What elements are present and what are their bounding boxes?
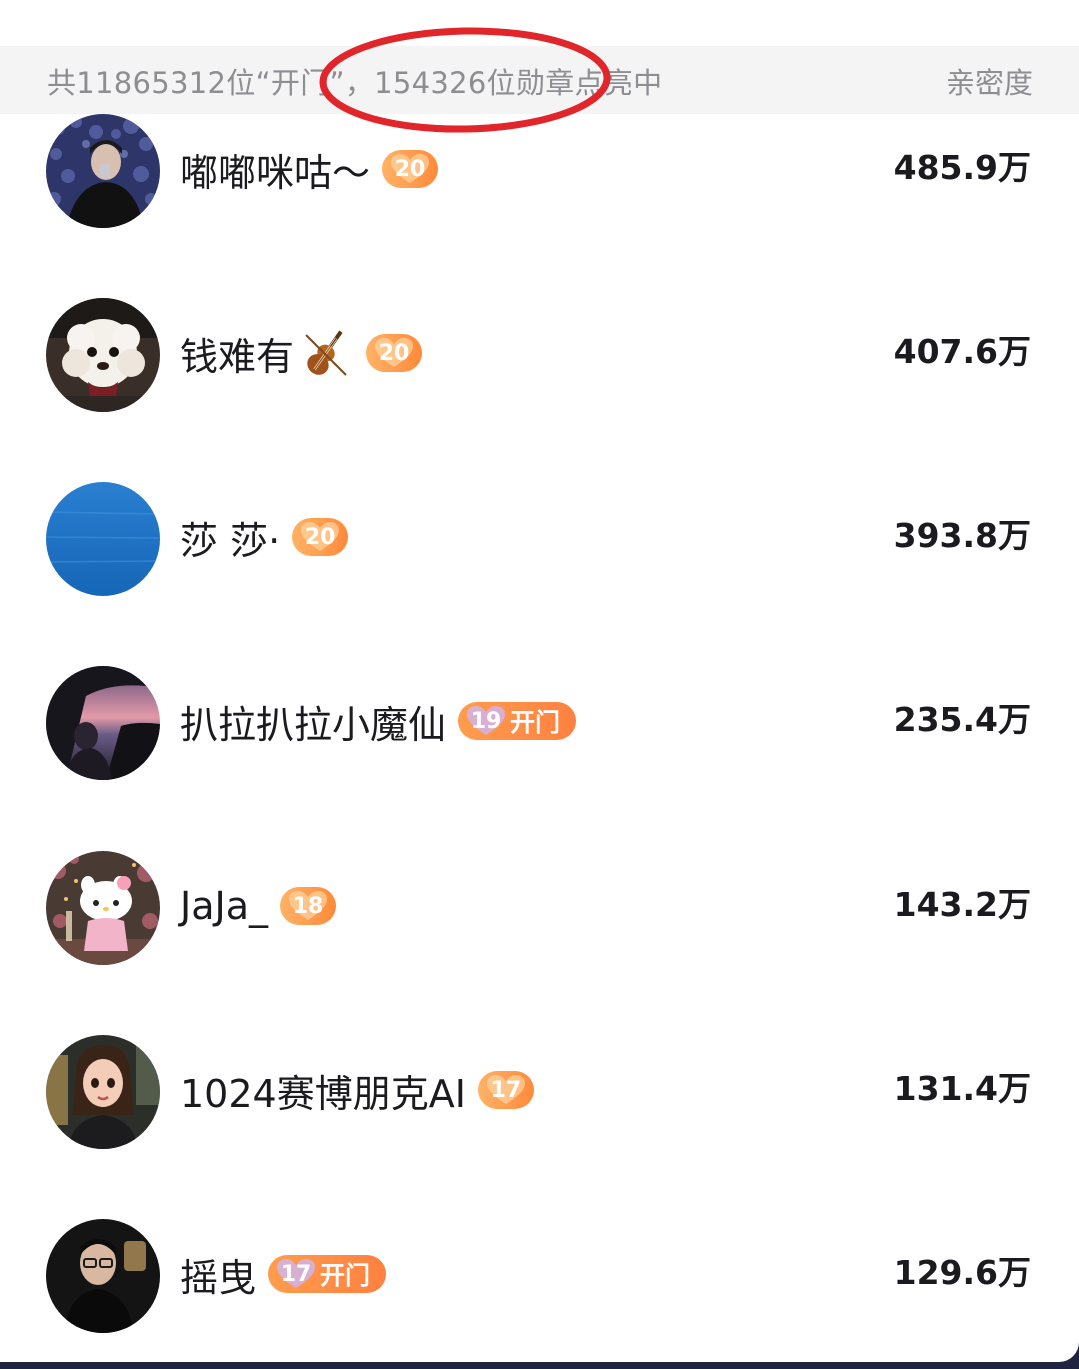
fan-list-panel: 共11865312位“开门”，154326位勋章点亮中 亲密度 嘟嘟咪咕～ 20… xyxy=(0,0,1079,1362)
fan-level-badge: 20 xyxy=(366,334,423,372)
fan-level-badge: 20 xyxy=(292,518,349,556)
fan-row[interactable]: 钱难有 20 407.6万 xyxy=(0,295,1079,415)
fan-level-badge: 20 xyxy=(382,150,439,188)
intimacy-score: 143.2万 xyxy=(893,885,1031,924)
intimacy-score: 131.4万 xyxy=(893,1069,1031,1108)
fan-name-group: 莎 莎· 20 xyxy=(180,507,349,567)
fan-row[interactable]: 扒拉扒拉小魔仙 19 开门 235.4万 xyxy=(0,663,1079,783)
intimacy-score: 393.8万 xyxy=(893,516,1031,555)
fan-level-badge: 19 开门 xyxy=(458,702,577,740)
top-spacer xyxy=(0,0,1079,46)
avatar[interactable] xyxy=(46,1035,160,1149)
fan-name-group: 嘟嘟咪咕～ 20 xyxy=(180,139,439,199)
fan-name: JaJa_ xyxy=(180,884,268,928)
avatar[interactable] xyxy=(46,298,160,412)
fan-row[interactable]: 莎 莎· 20 393.8万 xyxy=(0,479,1079,599)
heart-icon: 18 xyxy=(286,889,330,923)
intimacy-column-header: 亲密度 xyxy=(945,66,1033,100)
fan-name: 钱难有 xyxy=(180,334,295,379)
fan-level-badge: 17 xyxy=(477,1071,534,1109)
fan-row[interactable]: 摇曳 17 开门 129.6万 xyxy=(0,1216,1079,1336)
heart-icon: 19 xyxy=(464,704,508,738)
fan-row[interactable]: 嘟嘟咪咕～ 20 485.9万 xyxy=(0,111,1079,231)
avatar[interactable] xyxy=(46,851,160,965)
fan-row[interactable]: 1024赛博朋克AI 17 131.4万 xyxy=(0,1032,1079,1152)
fan-name-group: 扒拉扒拉小魔仙 19 开门 xyxy=(180,691,577,751)
heart-icon: 17 xyxy=(274,1257,318,1291)
fan-name: 扒拉扒拉小魔仙 xyxy=(180,702,447,747)
fan-name: 摇曳 xyxy=(180,1255,257,1300)
avatar[interactable] xyxy=(46,1219,160,1333)
avatar[interactable] xyxy=(46,114,160,228)
avatar[interactable] xyxy=(46,482,160,596)
intimacy-score: 407.6万 xyxy=(893,332,1031,371)
intimacy-score: 485.9万 xyxy=(893,148,1031,187)
fan-name-group: 摇曳 17 开门 xyxy=(180,1244,387,1304)
fan-name: 嘟嘟咪咕～ xyxy=(180,150,371,195)
fan-level-badge: 17 开门 xyxy=(268,1255,387,1293)
heart-icon: 20 xyxy=(388,152,432,186)
open-door-tag: 开门 xyxy=(510,708,561,737)
heart-icon: 20 xyxy=(372,336,416,370)
intimacy-score: 129.6万 xyxy=(893,1253,1031,1292)
fan-summary-text: 共11865312位“开门”，154326位勋章点亮中 xyxy=(47,66,663,100)
fan-name-group: JaJa_ 18 xyxy=(180,876,336,936)
intimacy-score: 235.4万 xyxy=(893,700,1031,739)
fan-name-group: 钱难有 20 xyxy=(180,323,423,383)
open-door-tag: 开门 xyxy=(320,1261,371,1290)
heart-icon: 20 xyxy=(298,520,342,554)
violin-icon xyxy=(298,325,354,381)
heart-icon: 17 xyxy=(484,1073,528,1107)
fan-level-badge: 18 xyxy=(280,887,336,925)
fan-name: 1024赛博朋克AI xyxy=(180,1071,466,1116)
fan-name: 莎 莎· xyxy=(180,518,281,563)
avatar[interactable] xyxy=(46,666,160,780)
fan-row[interactable]: JaJa_ 18 143.2万 xyxy=(0,848,1079,968)
fan-name-group: 1024赛博朋克AI 17 xyxy=(180,1060,534,1120)
